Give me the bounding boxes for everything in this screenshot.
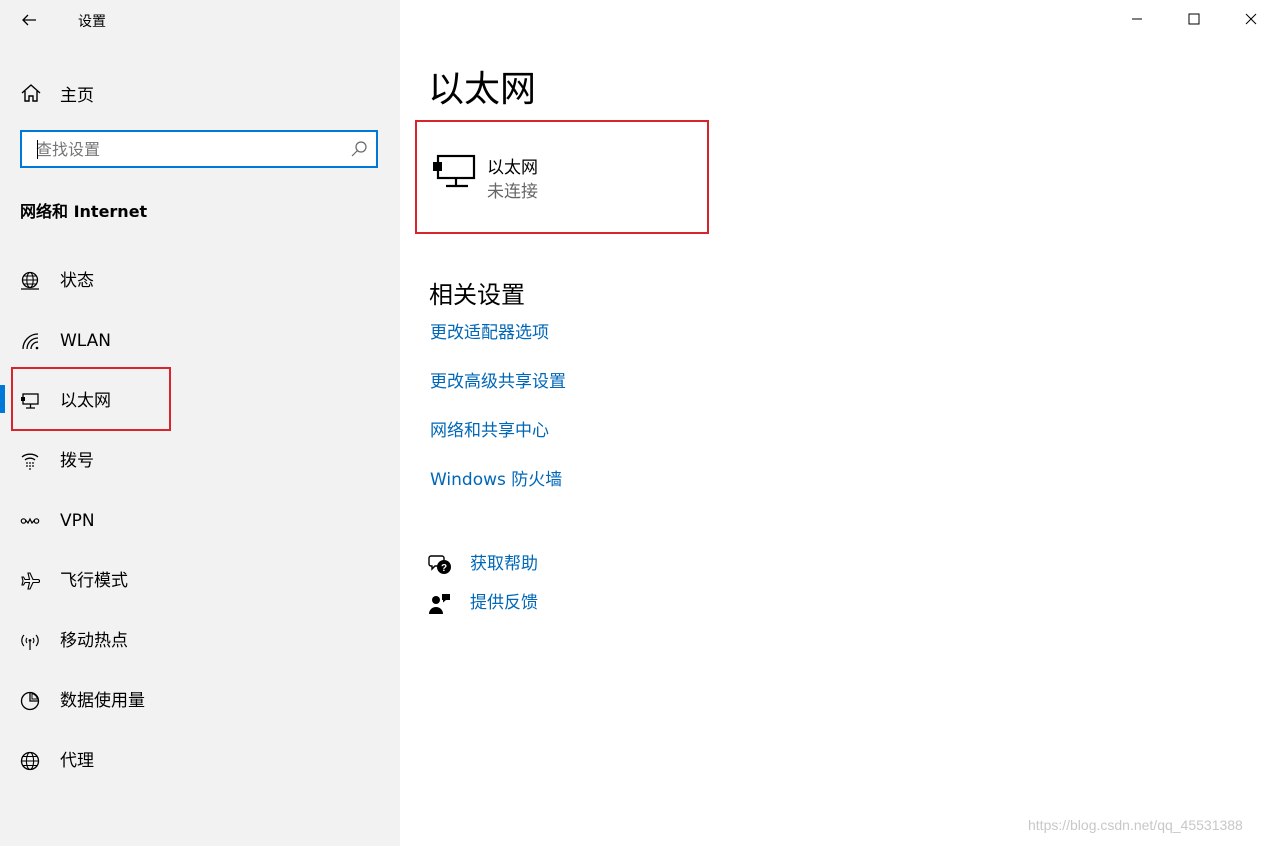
sidebar-item-label: 主页	[60, 86, 94, 106]
sidebar-item-airplane-mode[interactable]: 飞行模式	[0, 551, 400, 611]
wifi-icon	[22, 333, 39, 350]
sidebar-item-label: VPN	[60, 511, 95, 531]
feedback-person-icon	[429, 594, 450, 614]
close-button[interactable]	[1228, 0, 1274, 38]
link-windows-firewall[interactable]: Windows 防火墙	[430, 469, 562, 491]
sidebar: 设置 主页 网络和 Internet 状态	[0, 0, 400, 846]
app-title: 设置	[78, 14, 106, 30]
sidebar-item-wlan[interactable]: WLAN	[0, 311, 400, 371]
sidebar-item-dialup[interactable]: 拨号	[0, 431, 400, 491]
sidebar-item-ethernet[interactable]: 以太网	[0, 371, 400, 431]
ethernet-adapter-card[interactable]: 以太网 未连接	[415, 120, 709, 234]
airplane-icon	[21, 572, 40, 590]
adapter-name: 以太网	[487, 158, 538, 178]
feedback-link[interactable]: 提供反馈	[470, 591, 538, 615]
link-change-adapter-options[interactable]: 更改适配器选项	[430, 322, 549, 344]
search-box[interactable]	[20, 130, 378, 168]
link-network-sharing-center[interactable]: 网络和共享中心	[430, 420, 549, 442]
section-title: 网络和 Internet	[20, 202, 148, 221]
get-help-link[interactable]: 获取帮助	[470, 552, 538, 576]
dialup-icon	[21, 453, 39, 470]
globe-status-icon	[21, 271, 39, 290]
minimize-button[interactable]	[1114, 0, 1160, 38]
feedback-row[interactable]: 提供反馈	[428, 591, 628, 617]
sidebar-nav: 状态 WLAN 以太网 拨号 VPN 飞行模式 移动热点 数据使用量 代理	[0, 251, 400, 791]
minimize-icon	[1132, 18, 1142, 20]
sidebar-item-proxy[interactable]: 代理	[0, 731, 400, 791]
vpn-icon	[20, 517, 40, 525]
text-caret	[37, 140, 38, 159]
close-icon	[1245, 13, 1257, 25]
link-advanced-sharing[interactable]: 更改高级共享设置	[430, 371, 566, 393]
sidebar-item-label: 飞行模式	[60, 571, 128, 591]
search-icon[interactable]	[350, 140, 368, 158]
sidebar-item-vpn[interactable]: VPN	[0, 491, 400, 551]
maximize-icon	[1188, 13, 1200, 25]
selected-indicator	[0, 385, 5, 413]
watermark: https://blog.csdn.net/qq_45531388	[1028, 817, 1243, 833]
hotspot-icon	[21, 634, 39, 650]
sidebar-item-data-usage[interactable]: 数据使用量	[0, 671, 400, 731]
globe-icon	[20, 751, 40, 771]
sidebar-item-label: 代理	[60, 751, 94, 771]
back-arrow-icon	[22, 14, 36, 26]
help-chat-icon: ?	[428, 555, 451, 574]
ethernet-icon	[21, 393, 39, 409]
sidebar-item-status[interactable]: 状态	[0, 251, 400, 311]
sidebar-item-label: 拨号	[60, 451, 94, 471]
search-input[interactable]	[36, 132, 336, 166]
sidebar-item-home[interactable]: 主页	[0, 72, 400, 112]
svg-text:?: ?	[441, 563, 447, 574]
get-help-row[interactable]: ? 获取帮助	[428, 552, 628, 578]
sidebar-item-label: WLAN	[60, 331, 112, 351]
sidebar-item-label: 以太网	[60, 391, 111, 411]
related-settings-title: 相关设置	[429, 281, 525, 309]
maximize-button[interactable]	[1171, 0, 1217, 38]
sidebar-item-label: 数据使用量	[60, 691, 145, 711]
data-usage-icon	[20, 691, 40, 711]
adapter-status: 未连接	[487, 182, 538, 202]
back-button[interactable]	[14, 6, 44, 34]
home-icon	[21, 84, 41, 102]
sidebar-item-label: 状态	[60, 271, 94, 291]
sidebar-item-label: 移动热点	[60, 631, 128, 651]
ethernet-icon	[433, 154, 476, 188]
page-title: 以太网	[428, 69, 537, 110]
sidebar-item-hotspot[interactable]: 移动热点	[0, 611, 400, 671]
